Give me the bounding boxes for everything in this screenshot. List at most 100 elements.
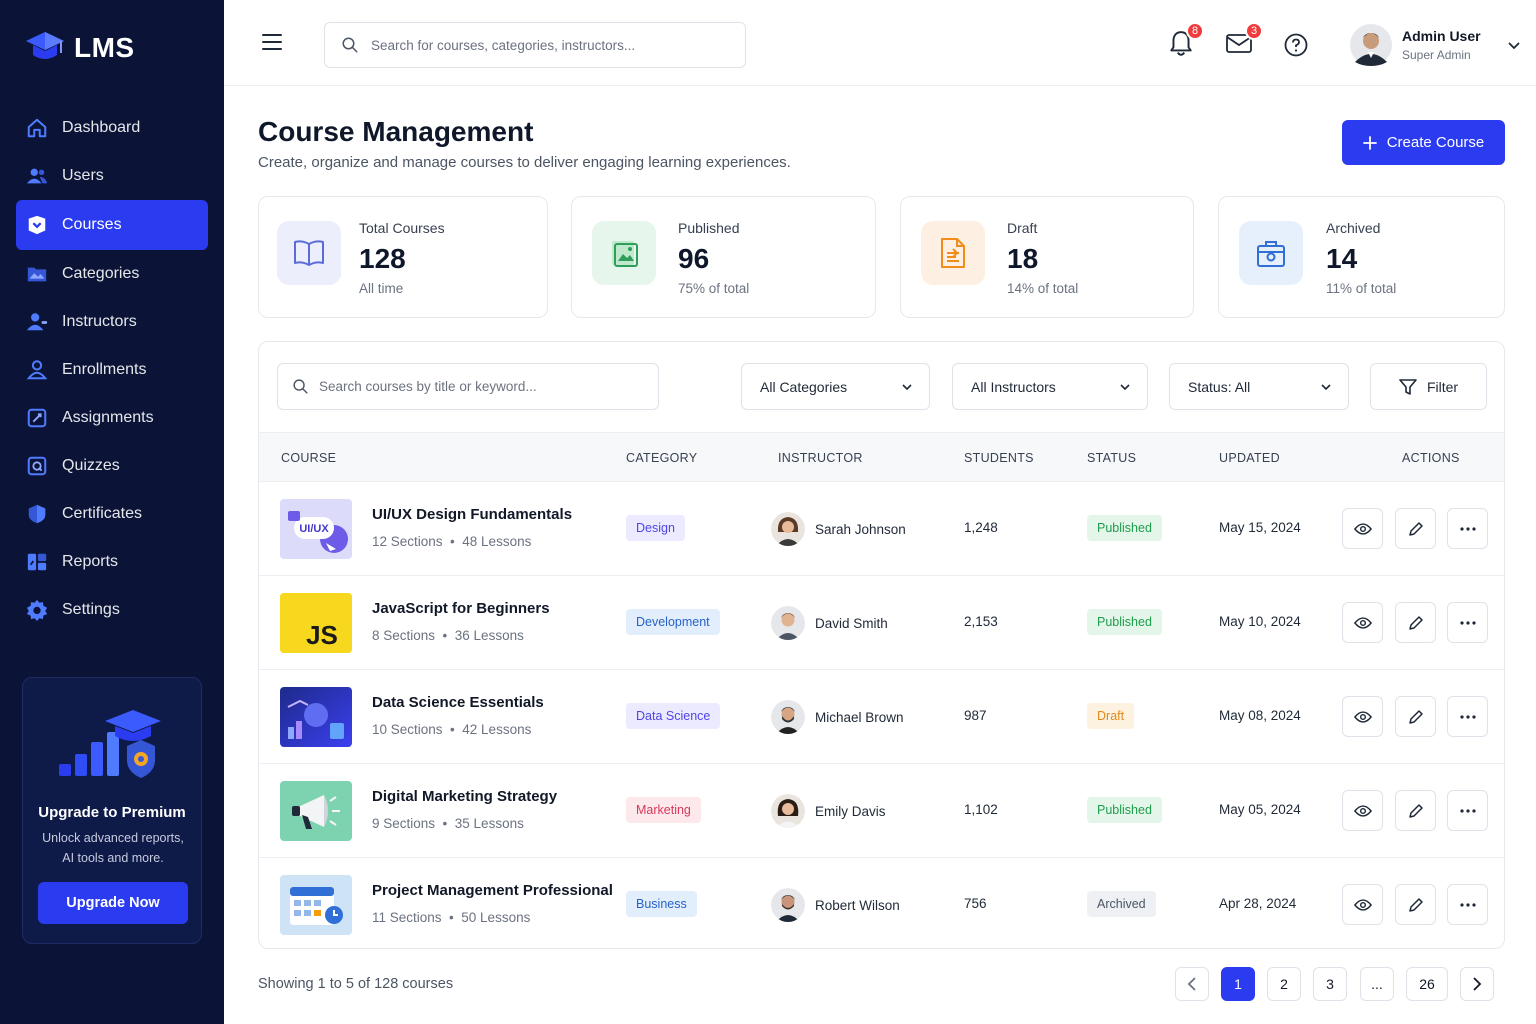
more-options-button[interactable]: [1447, 508, 1488, 549]
course-title[interactable]: Data Science Essentials: [372, 694, 544, 711]
column-header[interactable]: STATUS: [1087, 451, 1136, 465]
course-search-input[interactable]: [319, 379, 649, 394]
category-select[interactable]: All Categories: [741, 363, 930, 410]
view-button[interactable]: [1342, 696, 1383, 737]
sidebar-item-dashboard[interactable]: Dashboard: [16, 104, 208, 152]
instructor-name: Emily Davis: [815, 803, 886, 819]
stat-card-published: Published 96 75% of total: [571, 196, 876, 318]
sidebar-item-certificates[interactable]: Certificates: [16, 490, 208, 538]
course-title[interactable]: JavaScript for Beginners: [372, 600, 550, 617]
sidebar-item-instructors[interactable]: Instructors: [16, 298, 208, 346]
next-page-button[interactable]: [1460, 967, 1494, 1001]
status-select[interactable]: Status: All: [1169, 363, 1349, 410]
course-lessons: 35 Lessons: [454, 816, 524, 831]
help-icon: [1284, 33, 1308, 57]
edit-button[interactable]: [1395, 790, 1436, 831]
column-header[interactable]: INSTRUCTOR: [778, 451, 863, 465]
course-thumbnail[interactable]: UI/UX: [280, 499, 352, 559]
stat-icon-wrap: [277, 221, 341, 285]
page-button-3[interactable]: 3: [1313, 967, 1347, 1001]
view-button[interactable]: [1342, 602, 1383, 643]
sidebar-item-quizzes[interactable]: Quizzes: [16, 442, 208, 490]
updated-date: May 05, 2024: [1219, 802, 1301, 817]
more-options-button[interactable]: [1447, 790, 1488, 831]
column-header[interactable]: STUDENTS: [964, 451, 1034, 465]
avatar: [771, 888, 805, 922]
sidebar-item-users[interactable]: Users: [16, 152, 208, 200]
upgrade-now-button[interactable]: Upgrade Now: [38, 882, 188, 924]
course-search[interactable]: [277, 363, 659, 410]
sidebar-item-settings[interactable]: Settings: [16, 586, 208, 634]
course-thumbnail[interactable]: JS: [280, 593, 352, 653]
instructor-select[interactable]: All Instructors: [952, 363, 1148, 410]
column-header[interactable]: COURSE: [281, 451, 336, 465]
sidebar-item-assignments[interactable]: Assignments: [16, 394, 208, 442]
book-icon: [294, 240, 324, 266]
published-icon: [612, 241, 638, 267]
view-button[interactable]: [1342, 508, 1383, 549]
messages-badge: 3: [1245, 22, 1263, 40]
data-science-thumbnail-art: [280, 687, 352, 747]
edit-button[interactable]: [1395, 696, 1436, 737]
stat-icon-wrap: [592, 221, 656, 285]
uiux-thumbnail-art: UI/UX: [280, 499, 352, 559]
table-row[interactable]: Data Science Essentials 10 Sections • 42…: [259, 670, 1504, 764]
table-row[interactable]: Digital Marketing Strategy 9 Sections • …: [259, 764, 1504, 858]
edit-button[interactable]: [1395, 602, 1436, 643]
course-title[interactable]: UI/UX Design Fundamentals: [372, 506, 572, 523]
courses-icon: [28, 215, 46, 235]
course-title[interactable]: Project Management Professional: [372, 882, 613, 899]
hamburger-menu-button[interactable]: [262, 33, 282, 56]
course-meta: 12 Sections • 48 Lessons: [372, 534, 532, 549]
global-search-input[interactable]: [371, 37, 731, 53]
sidebar-item-courses[interactable]: Courses: [16, 200, 208, 250]
messages-button[interactable]: 3: [1225, 22, 1263, 61]
course-thumbnail[interactable]: [280, 687, 352, 747]
create-course-button[interactable]: Create Course: [1342, 120, 1505, 165]
more-options-button[interactable]: [1447, 696, 1488, 737]
help-button[interactable]: [1284, 33, 1308, 62]
promo-description: Unlock advanced reports, AI tools and mo…: [42, 831, 184, 865]
user-menu[interactable]: Admin User Super Admin: [1350, 24, 1521, 66]
prev-page-button[interactable]: [1175, 967, 1209, 1001]
sidebar-item-label: Assignments: [62, 409, 154, 426]
sidebar-item-label: Enrollments: [62, 361, 147, 378]
page-button-26[interactable]: 26: [1406, 967, 1448, 1001]
instructor-cell: Emily Davis: [771, 794, 886, 828]
sidebar-item-label: Certificates: [62, 505, 143, 522]
notifications-button[interactable]: 8: [1168, 22, 1204, 63]
edit-button[interactable]: [1395, 884, 1436, 925]
sidebar-item-categories[interactable]: Categories: [16, 250, 208, 298]
course-lessons: 50 Lessons: [461, 910, 531, 925]
table-row[interactable]: UI/UX UI/UX Design Fundamentals 12 Secti…: [259, 482, 1504, 576]
category-badge: Development: [626, 609, 720, 635]
view-button[interactable]: [1342, 884, 1383, 925]
chevron-down-icon: [902, 383, 912, 390]
sidebar-item-reports[interactable]: Reports: [16, 538, 208, 586]
table-row[interactable]: JS JavaScript for Beginners 8 Sections •…: [259, 576, 1504, 670]
brand-logo[interactable]: LMS: [24, 28, 135, 68]
table-row[interactable]: Project Management Professional 11 Secti…: [259, 858, 1504, 948]
chevron-left-icon: [1187, 977, 1196, 991]
global-search[interactable]: [324, 22, 746, 68]
stat-value: 14: [1326, 243, 1358, 274]
calendar-thumbnail-art: [280, 875, 352, 935]
column-header[interactable]: CATEGORY: [626, 451, 697, 465]
page-button-2[interactable]: 2: [1267, 967, 1301, 1001]
quiz-icon: [27, 456, 47, 476]
sidebar-item-label: Reports: [62, 553, 119, 570]
more-options-button[interactable]: [1447, 602, 1488, 643]
more-options-button[interactable]: [1447, 884, 1488, 925]
course-thumbnail[interactable]: [280, 781, 352, 841]
course-sections: 12 Sections: [372, 534, 443, 549]
edit-button[interactable]: [1395, 508, 1436, 549]
filter-button[interactable]: Filter: [1370, 363, 1487, 410]
page-button-1[interactable]: 1: [1221, 967, 1255, 1001]
instructor-cell: Robert Wilson: [771, 888, 900, 922]
view-button[interactable]: [1342, 790, 1383, 831]
column-header: ACTIONS: [1402, 451, 1460, 465]
column-header[interactable]: UPDATED: [1219, 451, 1280, 465]
sidebar-item-enrollments[interactable]: Enrollments: [16, 346, 208, 394]
course-thumbnail[interactable]: [280, 875, 352, 935]
course-title[interactable]: Digital Marketing Strategy: [372, 788, 557, 805]
